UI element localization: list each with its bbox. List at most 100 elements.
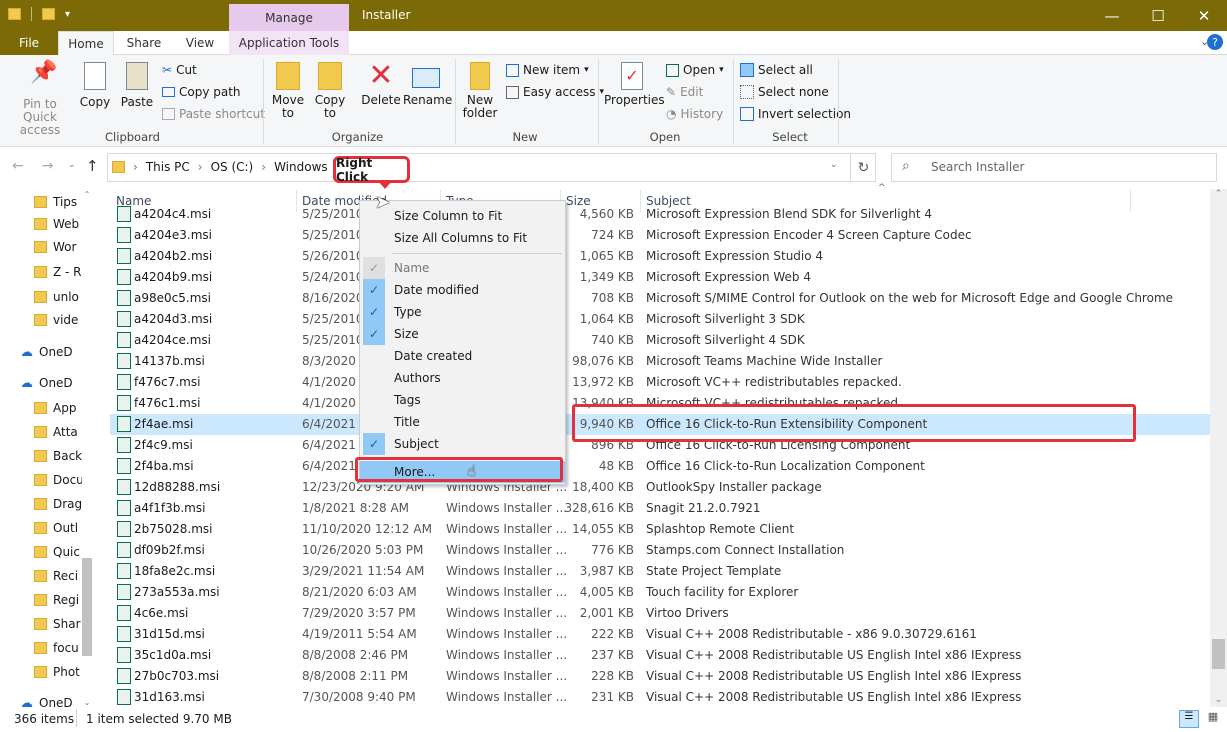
easy-access-button[interactable]: Easy access ▾ xyxy=(506,82,604,102)
file-list-scrollbar[interactable]: ⌃ ⌄ xyxy=(1210,189,1227,707)
scroll-down-icon[interactable]: ⌄ xyxy=(82,698,92,707)
nav-item-label: vide xyxy=(53,313,79,327)
menu-item-date-created[interactable]: Date created xyxy=(360,345,565,367)
table-row[interactable]: f476c7.msi 4/1/2020 3: 13,972 KB Microsoft … xyxy=(110,372,1210,393)
table-row[interactable]: a4204ce.msi 5/25/2010 1 740 KB Microsoft Si… xyxy=(110,330,1210,351)
invert-selection-button[interactable]: Invert selection xyxy=(740,104,851,124)
chevron-down-icon[interactable]: ▾ xyxy=(65,9,70,20)
copy-path-button[interactable]: Copy path xyxy=(162,82,241,102)
scroll-up-icon[interactable]: ⌃ xyxy=(82,190,92,199)
table-row[interactable]: 4c6e.msi 7/29/2020 3:57 PM Windows Install… xyxy=(110,603,1210,624)
table-row[interactable]: a4204b2.msi 5/26/2010 1 1,065 KB Microsoft … xyxy=(110,246,1210,267)
menu-item-tags[interactable]: Tags xyxy=(360,389,565,411)
back-icon[interactable]: ← xyxy=(12,158,24,174)
chevron-down-icon: ▾ xyxy=(584,65,589,75)
up-icon[interactable]: ↑ xyxy=(86,157,99,175)
tab-home[interactable]: Home xyxy=(58,31,114,56)
table-row[interactable]: a4204c4.msi 5/25/2010 1 4,560 KB Microsoft … xyxy=(110,204,1210,225)
table-row[interactable]: 35c1d0a.msi 8/8/2008 2:46 PM Windows Insta… xyxy=(110,645,1210,666)
folder-icon[interactable] xyxy=(8,8,21,20)
nav-scrollbar[interactable]: ⌃ ⌄ xyxy=(82,190,92,707)
menu-label: Tags xyxy=(394,393,421,407)
maximize-button[interactable]: ☐ xyxy=(1135,0,1181,31)
table-row[interactable]: a4204b9.msi 5/24/2010 1 1,349 KB Microsoft … xyxy=(110,267,1210,288)
scroll-thumb[interactable] xyxy=(1212,639,1225,669)
tab-share[interactable]: Share xyxy=(122,31,166,55)
rename-button[interactable]: Rename xyxy=(403,62,452,107)
menu-item-size[interactable]: ✓ Size xyxy=(360,323,565,345)
address-dropdown-icon[interactable]: ⌄ xyxy=(830,160,838,170)
table-row[interactable]: a4204e3.msi 5/25/2010 1 724 KB Microsoft Ex… xyxy=(110,225,1210,246)
move-to-button[interactable]: Move to xyxy=(270,62,306,120)
cell-type: Windows Installer ... xyxy=(446,585,568,599)
table-row[interactable]: 273a553a.msi 8/21/2020 6:03 AM Windows Ins… xyxy=(110,582,1210,603)
open-button[interactable]: Open ▾ xyxy=(666,60,724,80)
chevron-right-icon[interactable]: › xyxy=(261,160,266,174)
msi-file-icon xyxy=(117,584,131,600)
menu-item-authors[interactable]: Authors xyxy=(360,367,565,389)
menu-item-title[interactable]: Title xyxy=(360,411,565,433)
minimize-button[interactable]: — xyxy=(1089,0,1135,31)
refresh-icon[interactable]: ↻ xyxy=(850,153,876,182)
copy-to-button[interactable]: Copy to xyxy=(312,62,348,120)
properties-button[interactable]: ✓ Properties xyxy=(604,62,665,107)
menu-item-date-modified[interactable]: ✓ Date modified xyxy=(360,279,565,301)
paste-shortcut-button[interactable]: Paste shortcut xyxy=(162,104,265,124)
scroll-up-icon[interactable]: ⌃ xyxy=(1210,189,1227,199)
table-row[interactable]: a4204d3.msi 5/25/2010 1 1,064 KB Microsoft … xyxy=(110,309,1210,330)
scroll-thumb[interactable] xyxy=(82,558,92,656)
cell-size: 237 KB xyxy=(591,648,634,662)
tab-application-tools[interactable]: Application Tools xyxy=(229,31,349,55)
cell-size: 708 KB xyxy=(591,291,634,305)
manage-contextual-tab[interactable]: Manage xyxy=(229,4,349,31)
table-row[interactable]: 2f4ba.msi 6/4/2021 2: 48 KB Office 16 Click… xyxy=(110,456,1210,477)
new-folder-button[interactable]: New folder xyxy=(460,62,500,120)
nav-item[interactable]: ☁ OneD xyxy=(22,341,82,363)
table-row[interactable]: 27b0c703.msi 8/8/2008 2:11 PM Windows Inst… xyxy=(110,666,1210,687)
menu-item-size-column-to-fit[interactable]: Size Column to Fit xyxy=(360,205,565,227)
chevron-right-icon[interactable]: › xyxy=(133,160,138,174)
table-row[interactable]: 18fa8e2c.msi 3/29/2021 11:54 AM Windows In… xyxy=(110,561,1210,582)
help-icon[interactable]: ? xyxy=(1207,34,1223,50)
tab-view[interactable]: View xyxy=(176,31,224,55)
large-icons-view-icon[interactable]: ▦ xyxy=(1203,710,1223,728)
table-row[interactable]: 2b75028.msi 11/10/2020 12:12 AM Windows In… xyxy=(110,519,1210,540)
forward-icon[interactable]: → xyxy=(42,158,54,174)
menu-item-type[interactable]: ✓ Type xyxy=(360,301,565,323)
recent-locations-icon[interactable]: ⌄ xyxy=(68,160,76,170)
select-all-button[interactable]: Select all xyxy=(740,60,813,80)
pin-to-quick-access-button[interactable]: 📌 Pin to Quick access xyxy=(6,62,74,137)
menu-item-size-all-columns[interactable]: Size All Columns to Fit xyxy=(360,227,565,249)
menu-item-subject[interactable]: ✓ Subject xyxy=(360,433,565,455)
table-row[interactable]: a4f1f3b.msi 1/8/2021 8:28 AM Windows Insta… xyxy=(110,498,1210,519)
new-folder-icon[interactable] xyxy=(42,8,55,20)
table-row[interactable]: a98e0c5.msi 8/16/2020 1 708 KB Microsoft S/… xyxy=(110,288,1210,309)
details-view-icon[interactable]: ☰ xyxy=(1179,710,1199,728)
menu-item-name[interactable]: ✓ Name xyxy=(360,257,565,279)
cut-button[interactable]: ✂ Cut xyxy=(162,60,197,80)
select-none-button[interactable]: Select none xyxy=(740,82,829,102)
table-row[interactable]: 31d15d.msi 4/19/2011 5:54 AM Windows Insta… xyxy=(110,624,1210,645)
delete-button[interactable]: ✕ Delete xyxy=(360,61,402,107)
nav-item[interactable]: ☁ OneD xyxy=(22,372,82,394)
new-folder-icon xyxy=(470,62,490,90)
tab-file[interactable]: File xyxy=(0,31,58,55)
cell-name: 35c1d0a.msi xyxy=(134,648,212,662)
chevron-right-icon[interactable]: › xyxy=(198,160,203,174)
copy-button[interactable]: Copy xyxy=(78,62,112,109)
breadcrumb-os-c[interactable]: OS (C:) xyxy=(211,160,254,174)
table-row[interactable]: 12d88288.msi 12/23/2020 9:20 AM Windows In… xyxy=(110,477,1210,498)
breadcrumb-this-pc[interactable]: This PC xyxy=(146,160,190,174)
msi-file-icon xyxy=(117,500,131,516)
table-row[interactable]: 14137b.msi 8/3/2020 4: 98,076 KB Microsoft … xyxy=(110,351,1210,372)
scroll-down-icon[interactable]: ⌄ xyxy=(1210,695,1227,705)
paste-button[interactable]: Paste xyxy=(118,62,156,109)
separator xyxy=(598,59,599,144)
table-row[interactable]: 31d163.msi 7/30/2008 9:40 PM Windows Insta… xyxy=(110,687,1210,708)
close-button[interactable]: ✕ xyxy=(1181,0,1227,31)
table-row[interactable]: df09b2f.msi 10/26/2020 5:03 PM Windows Ins… xyxy=(110,540,1210,561)
history-button[interactable]: ◔ History xyxy=(666,104,723,124)
breadcrumb-windows[interactable]: Windows xyxy=(274,160,328,174)
new-item-button[interactable]: New item ▾ xyxy=(506,60,589,80)
edit-button[interactable]: ✎ Edit xyxy=(666,82,703,102)
